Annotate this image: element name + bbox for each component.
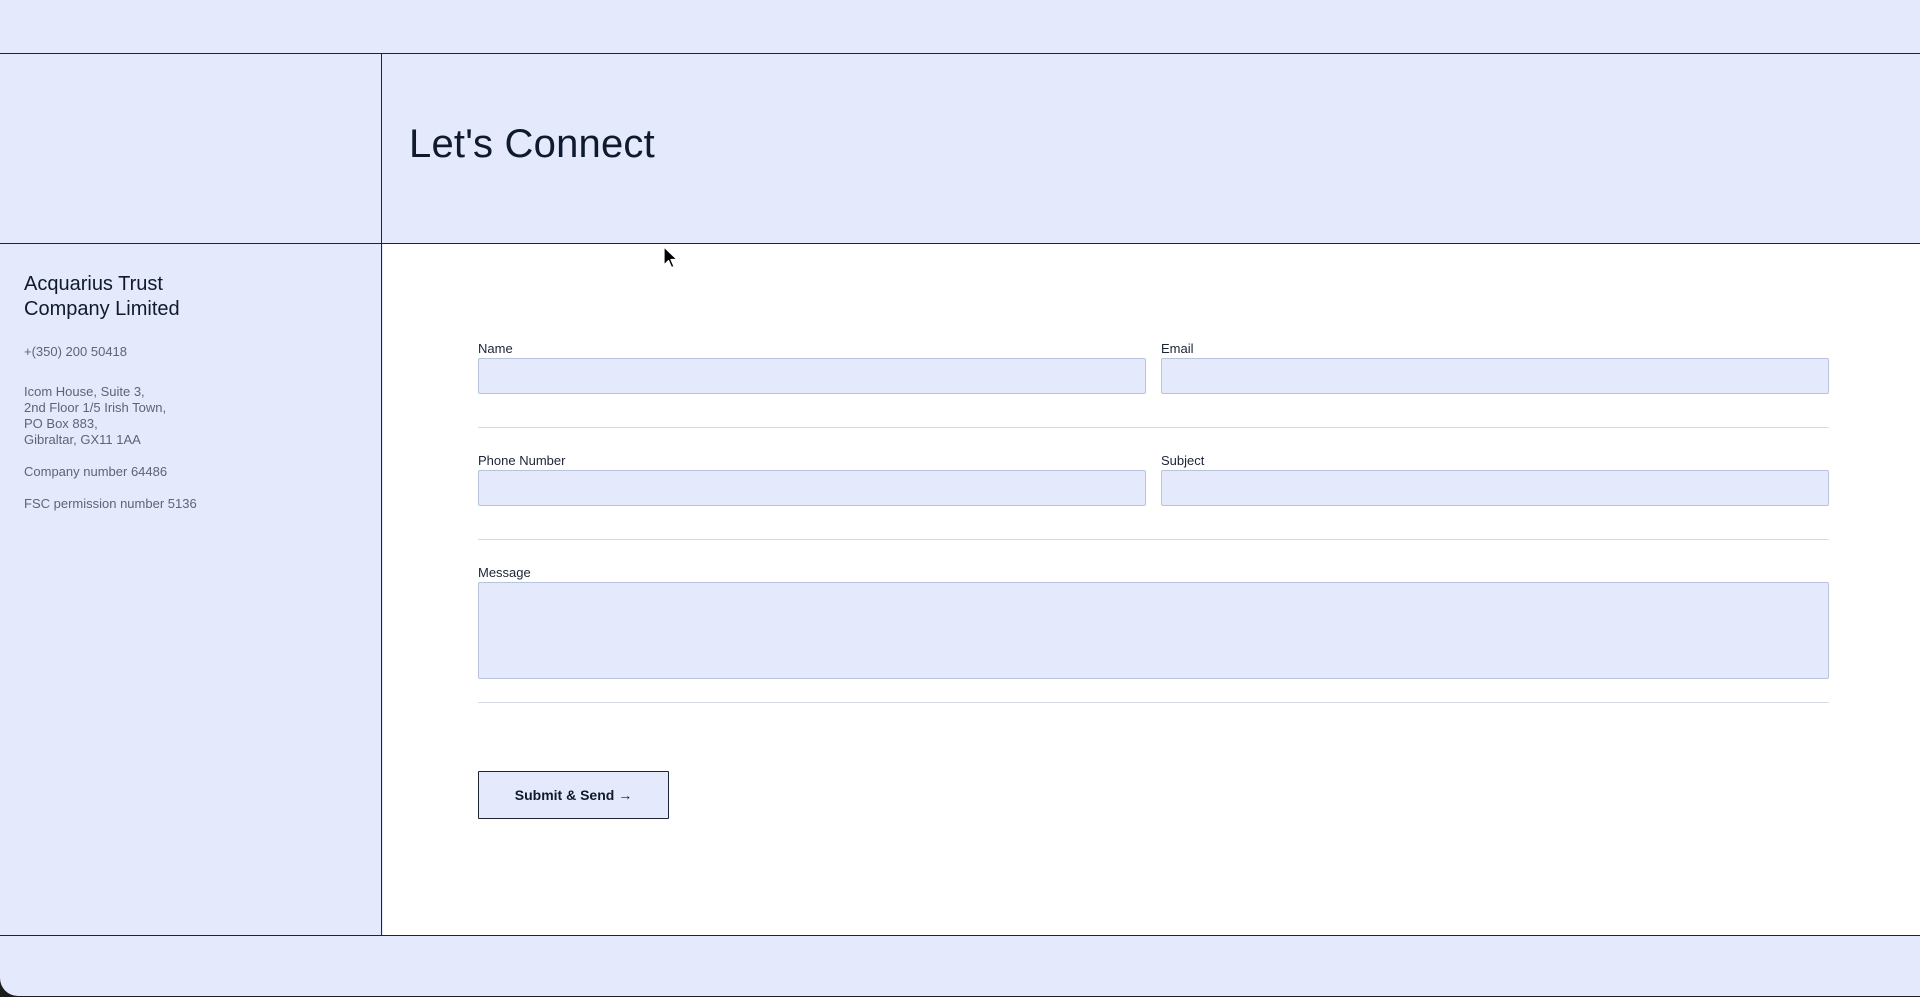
email-label: Email	[1161, 341, 1194, 356]
form-row-phone-subject: Phone Number Subject	[478, 452, 1829, 506]
contact-form-panel: Name Email Phone Number Subject Message …	[383, 244, 1920, 936]
header: Let's Connect	[382, 54, 1920, 244]
company-name: Acquarius Trust Company Limited	[24, 273, 180, 320]
footer-band	[0, 935, 1920, 996]
form-row-name-email: Name Email	[478, 340, 1829, 394]
company-address: Icom House, Suite 3, 2nd Floor 1/5 Irish…	[24, 384, 357, 448]
phone-input[interactable]	[478, 470, 1146, 506]
contact-info-sidebar: Acquarius Trust Company Limited +(350) 2…	[0, 244, 382, 936]
fsc-permission-number: FSC permission number 5136	[24, 496, 197, 511]
address-line: Icom House, Suite 3,	[24, 384, 145, 399]
contact-form: Name Email Phone Number Subject Message …	[478, 340, 1829, 819]
address-line: 2nd Floor 1/5 Irish Town,	[24, 400, 167, 415]
subject-label: Subject	[1161, 453, 1205, 468]
message-label: Message	[478, 565, 531, 580]
phone-label: Phone Number	[478, 453, 566, 468]
page: Let's Connect Acquarius Trust Company Li…	[0, 0, 1920, 996]
email-field-group: Email	[1161, 340, 1829, 394]
subject-input[interactable]	[1161, 470, 1829, 506]
mouse-cursor-icon	[663, 246, 678, 269]
message-field-group: Message	[478, 564, 1829, 679]
form-divider	[478, 539, 1829, 540]
name-field-group: Name	[478, 340, 1146, 394]
submit-button[interactable]: Submit & Send →	[478, 771, 669, 819]
header-left-panel	[0, 54, 382, 244]
message-textarea[interactable]	[478, 582, 1829, 679]
form-divider	[478, 702, 1829, 703]
top-band	[0, 0, 1920, 54]
company-phone: +(350) 200 50418	[24, 344, 128, 359]
company-number: Company number 64486	[24, 464, 168, 479]
subject-field-group: Subject	[1161, 452, 1829, 506]
name-input[interactable]	[478, 358, 1146, 394]
page-title: Let's Connect	[409, 122, 655, 166]
email-input[interactable]	[1161, 358, 1829, 394]
phone-field-group: Phone Number	[478, 452, 1146, 506]
address-line: PO Box 883,	[24, 416, 98, 431]
name-label: Name	[478, 341, 513, 356]
form-divider	[478, 427, 1829, 428]
address-line: Gibraltar, GX11 1AA	[24, 432, 141, 447]
